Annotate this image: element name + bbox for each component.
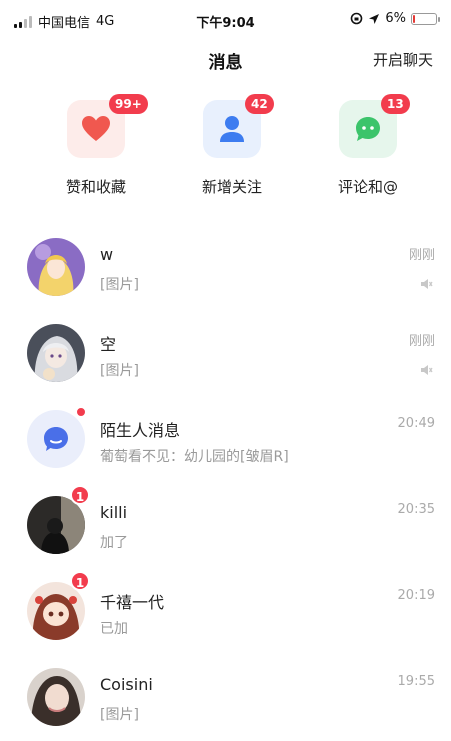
avatar: [27, 410, 85, 468]
conversation-time: 20:35: [397, 502, 435, 517]
message-list: w [图片] 刚刚 空 [图片] 刚刚 陌生人消息 葡萄看不见：幼儿园的[皱眉R…: [0, 225, 451, 741]
comments-and-mentions-button[interactable]: 13 评论和@: [308, 94, 428, 197]
status-indicators: 6%: [350, 11, 440, 26]
conversation-preview: 加了: [100, 535, 128, 551]
conversation-row[interactable]: w [图片] 刚刚: [0, 225, 451, 311]
avatar: [27, 668, 85, 726]
conversation-preview: 葡萄看不见：幼儿园的[皱眉R]: [100, 449, 289, 465]
conversation-name: 空: [100, 335, 117, 354]
conversation-time: 刚刚: [408, 334, 435, 349]
conversation-row[interactable]: 1 killi 加了 20:35: [0, 483, 451, 569]
avatar: [27, 324, 85, 382]
mute-icon: [421, 365, 433, 375]
status-bar: 中国电信 4G 下午9:04 6%: [0, 0, 451, 40]
conversation-time: 19:55: [397, 674, 435, 689]
likes-and-favorites-button[interactable]: 99+ 赞和收藏: [36, 94, 156, 197]
location-icon: [369, 13, 380, 24]
comments-label: 评论和@: [337, 178, 398, 196]
comments-badge: 13: [381, 94, 410, 114]
conversation-time: 刚刚: [408, 248, 435, 263]
unread-count-badge: 1: [70, 485, 90, 505]
comments-tile: 13: [339, 94, 410, 158]
mute-icon: [421, 279, 433, 289]
likes-badge: 99+: [109, 94, 148, 114]
avatar: [27, 238, 85, 296]
conversation-preview: 已加: [100, 621, 128, 637]
conversation-row[interactable]: 空 [图片] 刚刚: [0, 311, 451, 397]
conversation-row[interactable]: Coisini [图片] 19:55: [0, 655, 451, 741]
conversation-preview: [图片]: [100, 277, 139, 293]
unread-dot: [76, 407, 86, 417]
conversation-preview: [图片]: [100, 363, 139, 379]
heart-icon: [82, 116, 110, 141]
conversation-row[interactable]: 陌生人消息 葡萄看不见：幼儿园的[皱眉R] 20:49: [0, 397, 451, 483]
conversation-time: 20:19: [397, 588, 435, 603]
likes-label: 赞和收藏: [65, 178, 126, 196]
new-followers-button[interactable]: 42 新增关注: [172, 94, 292, 197]
conversation-name: 陌生人消息: [100, 421, 181, 440]
conversation-name: killi: [100, 503, 128, 522]
avatar: [27, 582, 85, 640]
followers-tile: 42: [203, 94, 274, 158]
rotation-lock-icon: [351, 12, 363, 25]
avatar: [27, 496, 85, 554]
followers-badge: 42: [245, 94, 274, 114]
battery-percent: 6%: [385, 11, 406, 26]
conversation-time: 20:49: [397, 416, 435, 431]
chat-bubble-icon: [356, 117, 380, 141]
conversation-row[interactable]: 1 千禧一代 已加 20:19: [0, 569, 451, 655]
person-icon: [220, 116, 244, 142]
battery-icon: [411, 12, 440, 25]
conversation-preview: [图片]: [100, 707, 139, 723]
conversation-name: 千禧一代: [100, 593, 165, 612]
battery-level: [413, 14, 415, 23]
unread-count-badge: 1: [70, 571, 90, 591]
conversation-name: w: [100, 245, 114, 264]
conversation-name: Coisini: [100, 675, 153, 694]
followers-label: 新增关注: [201, 178, 262, 196]
likes-tile: 99+: [67, 94, 148, 158]
start-chat-button[interactable]: 开启聊天: [373, 49, 433, 70]
